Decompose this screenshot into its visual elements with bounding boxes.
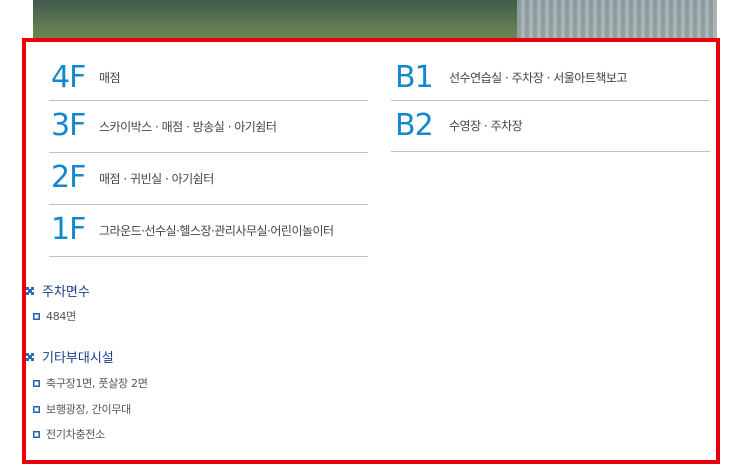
floor-description: 그라운드·선수실·헬스장·관리사무실·어린이놀이터: [99, 223, 334, 238]
floor-description: 매점: [99, 71, 121, 85]
floor-row-b2: B2 수영장 · 주차장: [391, 100, 710, 152]
parking-item: 484면: [33, 308, 76, 324]
floor-row-b1: B1 선수연습실 · 주차장 · 서울아트책보고: [391, 55, 710, 101]
facility-item-text: 축구장1면, 풋살장 2면: [46, 377, 148, 390]
bullet-icon: [33, 405, 40, 413]
facility-item: 전기차충전소: [33, 426, 105, 442]
section-title-icon: [26, 286, 34, 295]
bullet-icon: [33, 312, 40, 320]
facilities-section-title: 기타부대시설: [26, 347, 114, 366]
parking-title-text: 주차면수: [42, 285, 90, 300]
bullet-icon: [33, 379, 40, 387]
facility-item: 축구장1면, 풋살장 2면: [33, 375, 148, 391]
floor-description: 스카이박스 · 매점 · 방송실 · 아기쉼터: [99, 119, 277, 134]
floor-row-1f: 1F 그라운드·선수실·헬스장·관리사무실·어린이놀이터: [49, 204, 368, 257]
bullet-icon: [33, 430, 40, 438]
facilities-title-text: 기타부대시설: [42, 351, 114, 366]
floor-description: 선수연습실 · 주차장 · 서울아트책보고: [449, 71, 628, 85]
parking-section-title: 주차면수: [26, 281, 90, 300]
section-title-icon: [26, 352, 34, 361]
floor-row-4f: 4F 매점: [49, 55, 368, 101]
facility-item-text: 보행광장, 간이무대: [46, 403, 131, 416]
floor-code: 1F: [51, 212, 86, 247]
floor-code: B1: [395, 59, 434, 95]
floor-description: 매점 · 귀빈실 · 아기쉼터: [99, 171, 214, 186]
floor-code: 4F: [51, 59, 86, 95]
floor-code: 2F: [51, 160, 86, 195]
floor-row-2f: 2F 매점 · 귀빈실 · 아기쉼터: [49, 152, 368, 205]
floor-description: 수영장 · 주차장: [449, 119, 523, 133]
facility-item-text: 전기차충전소: [46, 428, 105, 441]
floor-code: B2: [395, 107, 434, 143]
floor-code: 3F: [51, 108, 86, 143]
floor-row-3f: 3F 스카이박스 · 매점 · 방송실 · 아기쉼터: [49, 100, 368, 153]
parking-count: 484면: [46, 310, 76, 323]
facility-item: 보행광장, 간이무대: [33, 401, 131, 417]
